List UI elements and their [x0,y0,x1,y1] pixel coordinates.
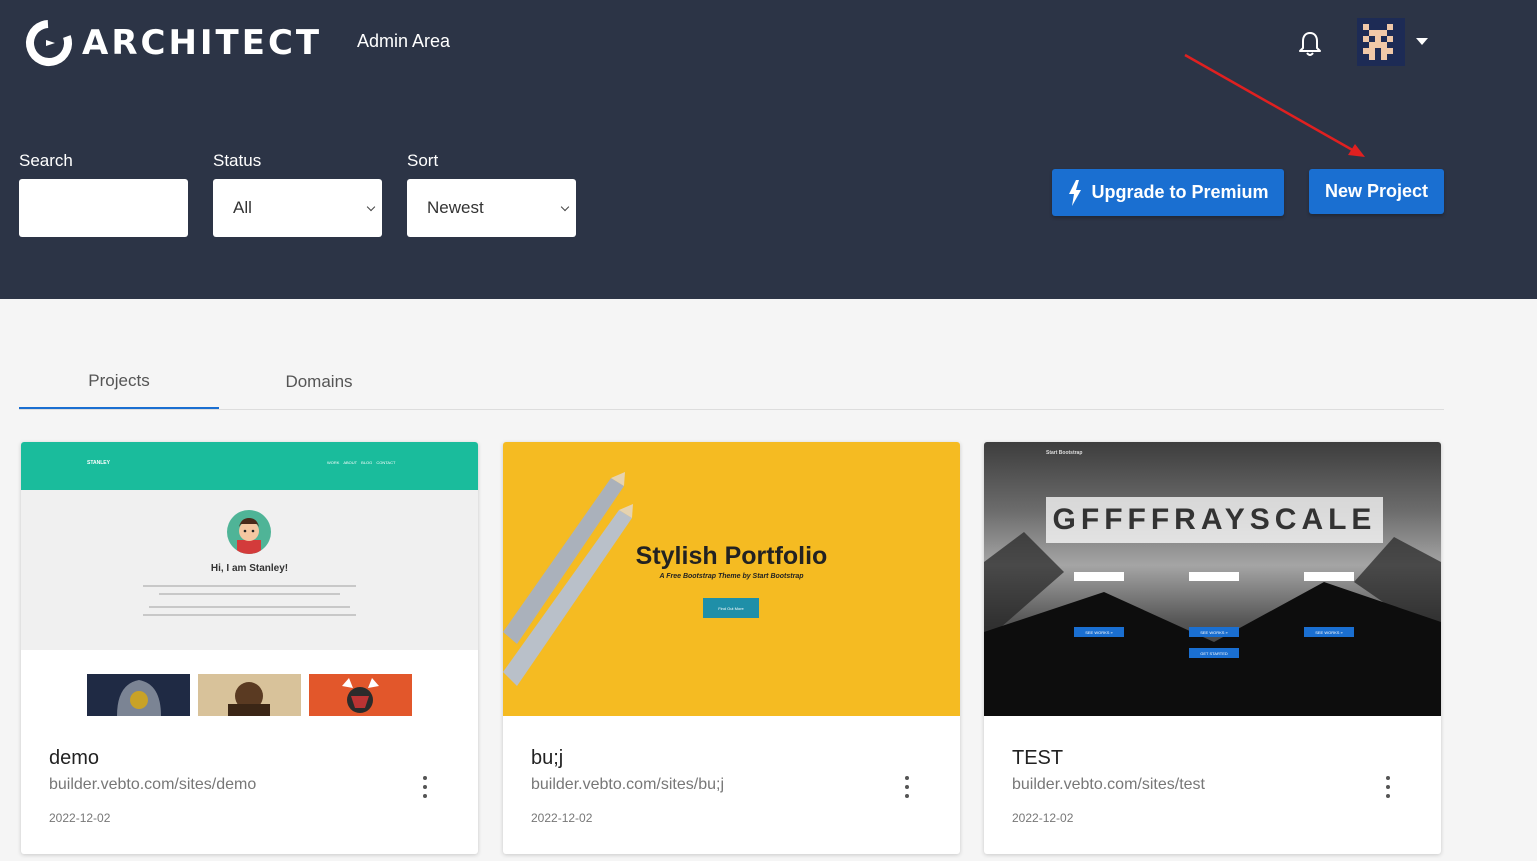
project-name[interactable]: TEST [1012,747,1063,770]
avatar-illustration [227,510,271,554]
tab-projects[interactable]: Projects [19,355,219,409]
new-project-button[interactable]: New Project [1309,169,1444,214]
sort-select[interactable]: Newest [407,179,576,237]
thumb-button: Find Out More [703,598,759,618]
thumb-button: SEE WORKS » [1189,627,1239,637]
thumb-text-line [149,606,350,608]
project-thumbnail[interactable]: STANLEY WORK ABOUT BLOG CONTACT Hi, I am… [21,442,478,716]
status-select[interactable]: All [213,179,382,237]
project-thumbnail[interactable]: Start Bootstrap GFFFFRAYSCALE SEE WORKS … [984,442,1441,716]
portfolio-tile [87,674,190,716]
thumb-placeholder-bar [1074,572,1124,581]
more-options-icon[interactable] [902,776,912,798]
project-date: 2022-12-02 [49,811,111,825]
upgrade-label: Upgrade to Premium [1091,182,1269,202]
search-input[interactable] [19,179,188,237]
project-name[interactable]: bu;j [531,747,563,770]
notifications-bell-icon[interactable] [1297,30,1323,58]
thumb-button: SEE WORKS » [1074,627,1124,637]
admin-area-link[interactable]: Admin Area [357,31,450,52]
project-date: 2022-12-02 [1012,811,1074,825]
lightning-bolt-icon [1069,179,1082,206]
logo-text: ARCHITECT [82,23,323,63]
thumb-text-line [143,614,356,616]
upgrade-to-premium-button[interactable]: Upgrade to Premium [1052,169,1284,216]
portfolio-tile [309,674,412,716]
project-url: builder.vebto.com/sites/bu;j [531,776,724,793]
project-date: 2022-12-02 [531,811,593,825]
sort-select-value: Newest [427,198,484,217]
thumb-heading: Stylish Portfolio [635,542,828,570]
logo[interactable]: ARCHITECT [24,18,322,68]
pixel-avatar-icon [1363,24,1393,60]
sort-label: Sort [407,151,439,170]
user-avatar[interactable] [1357,18,1405,66]
thumb-subheading: A Free Bootstrap Theme by Start Bootstra… [659,573,804,580]
pencils-illustration [503,472,633,686]
project-tabs: Projects Domains [19,355,1444,410]
thumb-cta: GET STARTED [1189,648,1239,658]
thumb-placeholder-bar [1304,572,1354,581]
thumb-heading: Hi, I am Stanley! [210,563,289,574]
project-card[interactable]: Stylish Portfolio A Free Bootstrap Theme… [503,442,960,854]
project-card[interactable]: Start Bootstrap GFFFFRAYSCALE SEE WORKS … [984,442,1441,854]
project-url: builder.vebto.com/sites/test [1012,776,1205,793]
tab-domains[interactable]: Domains [219,355,419,409]
thumb-nav: WORK ABOUT BLOG CONTACT [327,460,396,465]
thumb-brand: STANLEY [87,460,110,466]
status-select-value: All [233,198,252,217]
thumb-navbar: STANLEY WORK ABOUT BLOG CONTACT [21,442,478,490]
chevron-down-icon [560,202,570,212]
project-card[interactable]: STANLEY WORK ABOUT BLOG CONTACT Hi, I am… [21,442,478,854]
thumb-text-line [159,593,340,595]
thumb-placeholder-bar [1189,572,1239,581]
top-header: ARCHITECT Admin Area Search Status All S… [0,0,1537,299]
project-url: builder.vebto.com/sites/demo [49,776,257,793]
chevron-down-icon [366,202,376,212]
portfolio-tile [198,674,301,716]
thumb-button: SEE WORKS » [1304,627,1354,637]
more-options-icon[interactable] [1383,776,1393,798]
project-thumbnail[interactable]: Stylish Portfolio A Free Bootstrap Theme… [503,442,960,716]
search-label: Search [19,151,73,170]
thumb-text-line [143,585,356,587]
account-dropdown-caret-icon[interactable] [1416,38,1428,45]
architect-logo-icon [26,20,72,66]
thumb-heading: GFFFFRAYSCALE [1046,497,1383,543]
status-label: Status [213,151,262,170]
project-name[interactable]: demo [49,747,99,770]
more-options-icon[interactable] [420,776,430,798]
